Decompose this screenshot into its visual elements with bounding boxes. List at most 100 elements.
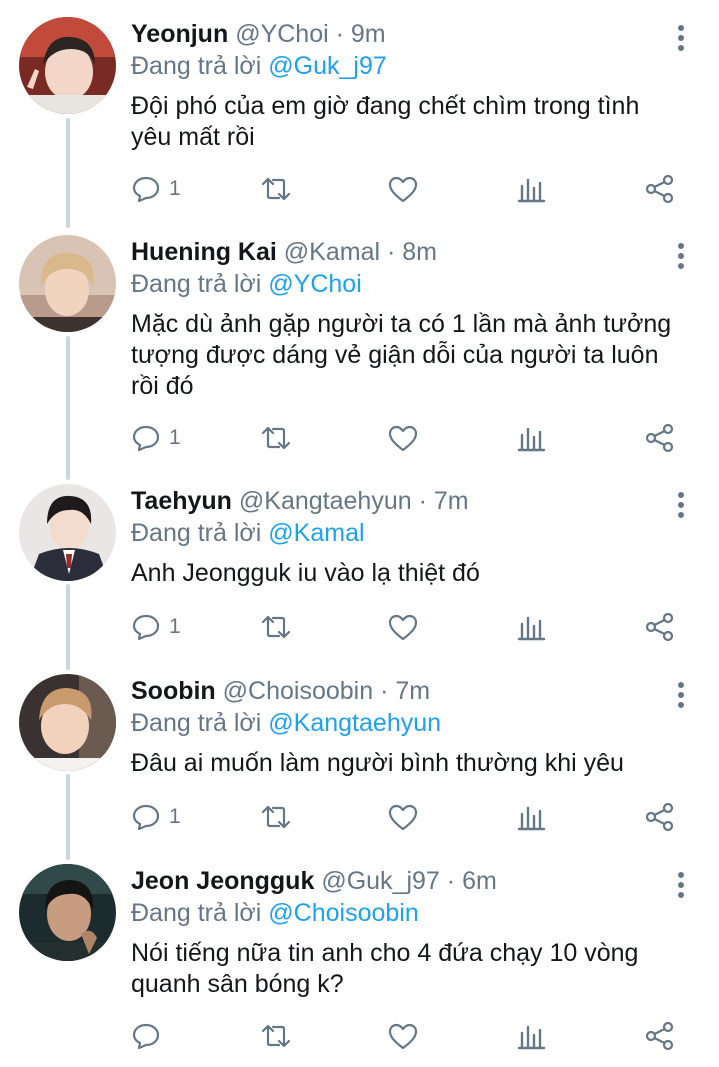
analytics-button[interactable] xyxy=(517,1016,547,1056)
more-vertical-icon[interactable] xyxy=(669,868,693,902)
mention-link[interactable]: @Kamal xyxy=(268,519,364,547)
more-vertical-icon[interactable] xyxy=(669,488,693,522)
reply-context: Đang trả lời @Kamal xyxy=(131,516,365,550)
username[interactable]: @Kangtaehyun xyxy=(239,487,412,515)
retweet-icon xyxy=(261,615,291,639)
separator: · xyxy=(387,238,396,266)
share-button[interactable] xyxy=(644,1016,676,1056)
retweet-button[interactable] xyxy=(259,797,293,837)
analytics-icon xyxy=(517,616,546,641)
username[interactable]: @Guk_j97 xyxy=(321,867,440,895)
mention-link[interactable]: @Kangtaehyun xyxy=(268,709,441,737)
timestamp[interactable]: 9m xyxy=(351,20,386,48)
tweet-text: Đâu ai muốn làm người bình thường khi yê… xyxy=(131,748,701,779)
retweet-icon xyxy=(261,1024,291,1048)
more-vertical-icon[interactable] xyxy=(669,239,693,273)
analytics-icon xyxy=(517,178,546,203)
tweet[interactable]: Soobin @Choisoobin · 7m Đang trả lời @Ka… xyxy=(0,674,719,844)
tweet-header: Taehyun @Kangtaehyun · 7m xyxy=(131,484,469,518)
analytics-button[interactable] xyxy=(517,797,547,837)
tweet[interactable]: Jeon Jeongguk @Guk_j97 · 6m Đang trả lời… xyxy=(0,864,719,1064)
username[interactable]: @YChoi xyxy=(235,20,328,48)
like-button[interactable] xyxy=(387,1016,419,1056)
timestamp[interactable]: 6m xyxy=(462,867,497,895)
analytics-button[interactable] xyxy=(517,418,547,458)
timestamp[interactable]: 8m xyxy=(402,238,437,266)
share-button[interactable] xyxy=(644,169,676,209)
tweet-text-line: quanh sân bóng k? xyxy=(131,970,344,998)
tweet-header: Jeon Jeongguk @Guk_j97 · 6m xyxy=(131,864,497,898)
display-name[interactable]: Taehyun xyxy=(131,487,232,515)
avatar[interactable] xyxy=(19,484,116,581)
tweet-text-line: Anh Jeongguk iu vào lạ thiệt đó xyxy=(131,559,480,587)
like-button[interactable] xyxy=(387,169,419,209)
reply-button[interactable]: 1 xyxy=(131,418,181,458)
share-button[interactable] xyxy=(644,607,676,647)
retweet-icon xyxy=(261,177,291,201)
reply-button[interactable]: 1 xyxy=(131,607,181,647)
like-button[interactable] xyxy=(387,797,419,837)
retweet-button[interactable] xyxy=(259,418,293,458)
heart-icon xyxy=(388,425,418,452)
display-name[interactable]: Jeon Jeongguk xyxy=(131,867,314,895)
separator: · xyxy=(418,487,427,515)
timestamp[interactable]: 7m xyxy=(434,487,469,515)
reply-context: Đang trả lời @Guk_j97 xyxy=(131,49,387,83)
like-button[interactable] xyxy=(387,607,419,647)
timestamp[interactable]: 7m xyxy=(395,677,430,705)
reply-context: Đang trả lời @Kangtaehyun xyxy=(131,706,441,740)
reply-button[interactable] xyxy=(131,1016,169,1056)
share-button[interactable] xyxy=(644,797,676,837)
tweet-text: Mặc dù ảnh gặp người ta có 1 lần mà ảnh … xyxy=(131,309,701,402)
avatar[interactable] xyxy=(19,235,116,332)
tweet-actions: 1 xyxy=(131,797,691,837)
reply-button[interactable]: 1 xyxy=(131,797,181,837)
mention-link[interactable]: @YChoi xyxy=(268,270,361,298)
display-name[interactable]: Soobin xyxy=(131,677,216,705)
comment-icon xyxy=(132,614,160,641)
tweet-text-line: yêu mất rồi xyxy=(131,123,255,151)
reply-button[interactable]: 1 xyxy=(131,169,181,209)
retweet-button[interactable] xyxy=(259,169,293,209)
share-icon xyxy=(645,423,674,453)
tweet-actions: 1 xyxy=(131,418,691,458)
mention-link[interactable]: @Guk_j97 xyxy=(268,52,387,80)
more-vertical-icon[interactable] xyxy=(669,21,693,55)
reply-context: Đang trả lời @Choisoobin xyxy=(131,896,419,930)
analytics-button[interactable] xyxy=(517,169,547,209)
more-vertical-icon[interactable] xyxy=(669,678,693,712)
username[interactable]: @Choisoobin xyxy=(223,677,373,705)
separator: · xyxy=(380,677,389,705)
retweet-icon xyxy=(261,426,291,450)
username[interactable]: @Kamal xyxy=(284,238,380,266)
tweet-actions: 1 xyxy=(131,607,691,647)
heart-icon xyxy=(388,614,418,641)
tweet[interactable]: Yeonjun @YChoi · 9m Đang trả lời @Guk_j9… xyxy=(0,17,719,217)
reply-count: 1 xyxy=(169,805,181,828)
like-button[interactable] xyxy=(387,418,419,458)
avatar[interactable] xyxy=(19,17,116,114)
heart-icon xyxy=(388,804,418,831)
display-name[interactable]: Huening Kai xyxy=(131,238,277,266)
heart-icon xyxy=(388,1023,418,1050)
tweet-text: Đội phó của em giờ đang chết chìm trong … xyxy=(131,91,701,153)
retweet-button[interactable] xyxy=(259,1016,293,1056)
tweet-text-line: Đội phó của em giờ đang chết chìm trong … xyxy=(131,92,640,120)
reply-prefix: Đang trả lời xyxy=(131,899,262,927)
share-button[interactable] xyxy=(644,418,676,458)
tweet-actions: 1 xyxy=(131,169,691,209)
avatar[interactable] xyxy=(19,864,116,961)
tweet-text-line: Đâu ai muốn làm người bình thường khi yê… xyxy=(131,749,624,777)
avatar[interactable] xyxy=(19,674,116,771)
reply-prefix: Đang trả lời xyxy=(131,52,262,80)
share-icon xyxy=(645,612,674,642)
tweet[interactable]: Taehyun @Kangtaehyun · 7m Đang trả lời @… xyxy=(0,484,719,654)
retweet-button[interactable] xyxy=(259,607,293,647)
display-name[interactable]: Yeonjun xyxy=(131,20,228,48)
comment-icon xyxy=(132,804,160,831)
analytics-icon xyxy=(517,806,546,831)
tweet[interactable]: Huening Kai @Kamal · 8m Đang trả lời @YC… xyxy=(0,235,719,465)
analytics-button[interactable] xyxy=(517,607,547,647)
comment-icon xyxy=(132,1023,160,1050)
mention-link[interactable]: @Choisoobin xyxy=(268,899,418,927)
